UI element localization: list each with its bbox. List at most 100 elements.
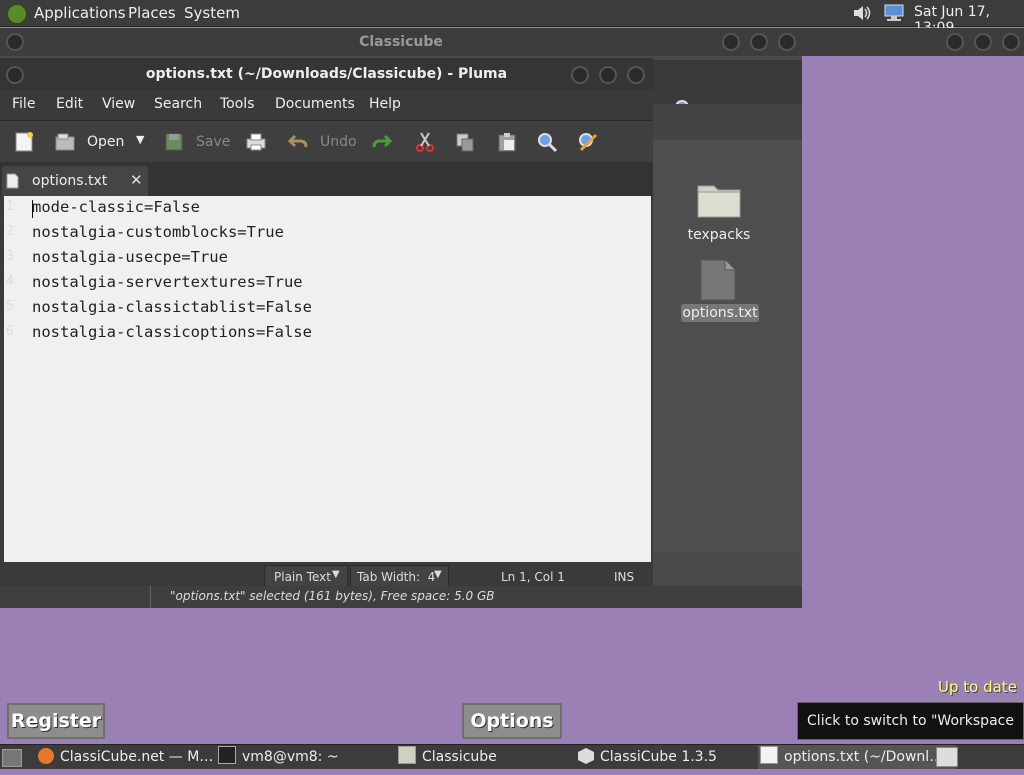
line-text: nostalgia-customblocks=True	[32, 223, 284, 241]
firefox-icon	[38, 748, 54, 764]
line-text: mode-classic=False	[32, 198, 200, 216]
workspace-tooltip: Click to switch to "Workspace 2"	[797, 702, 1024, 765]
find-replace-icon[interactable]	[577, 131, 599, 153]
pluma-window-title: options.txt (~/Downloads/Classicube) - P…	[145, 66, 508, 82]
file-manager-toolbar	[653, 60, 802, 120]
pluma-titlebar[interactable]: options.txt (~/Downloads/Classicube) - P…	[0, 58, 653, 90]
taskbar-item-label: Classicube	[422, 749, 497, 765]
undo-button[interactable]: Undo	[320, 134, 357, 150]
register-button[interactable]: Register	[7, 703, 105, 739]
line-number: 3	[6, 249, 14, 264]
folder-icon[interactable]	[697, 180, 741, 222]
file-item-label-selected[interactable]: options.txt	[681, 304, 759, 322]
editor-line[interactable]: 5 nostalgia-classictablist=False	[4, 296, 651, 321]
taskbar-item-label: options.txt (~/Downl…	[784, 749, 944, 765]
taskbar-item-firefox[interactable]: ClassiCube.net — M…	[38, 745, 213, 769]
folder-icon	[398, 746, 416, 764]
maximize-icon[interactable]	[750, 33, 768, 51]
app-icon	[578, 748, 594, 764]
insert-mode: INS	[614, 570, 635, 584]
taskbar-item-terminal[interactable]: vm8@vm8: ~	[218, 745, 393, 769]
file-icon[interactable]	[700, 259, 736, 305]
top-panel: Applications Places System Sat Jun 17, 1…	[0, 0, 1024, 36]
chevron-down-icon: ▼	[434, 569, 442, 580]
minimize-icon[interactable]	[722, 33, 740, 51]
menu-applications[interactable]: Applications	[34, 4, 126, 22]
maximize-icon[interactable]	[974, 33, 992, 51]
minimize-icon[interactable]	[571, 66, 589, 84]
paste-icon[interactable]	[496, 131, 518, 153]
classicube-titlebar[interactable]: Classicube	[0, 28, 802, 56]
language-label: Plain Text	[274, 570, 331, 584]
search-icon[interactable]	[536, 131, 558, 153]
copy-icon[interactable]	[454, 131, 476, 153]
pluma-menubar: File Edit View Search Tools Documents He…	[0, 90, 653, 120]
close-icon[interactable]	[778, 33, 796, 51]
close-icon[interactable]	[627, 66, 645, 84]
taskbar-item-label: ClassiCube 1.3.5	[600, 749, 717, 765]
file-manager-location-bar	[653, 104, 802, 140]
line-number: 1	[6, 199, 14, 214]
cut-icon[interactable]	[414, 131, 436, 153]
menu-tools[interactable]: Tools	[220, 96, 255, 112]
file-item-label[interactable]: texpacks	[681, 227, 757, 243]
taskbar-item-classicube[interactable]: ClassiCube 1.3.5	[578, 745, 753, 769]
terminal-icon	[218, 746, 236, 764]
pluma-window: options.txt (~/Downloads/Classicube) - P…	[0, 58, 653, 590]
menu-edit[interactable]: Edit	[56, 96, 83, 112]
workspace-switcher-icon[interactable]	[936, 747, 958, 767]
editor-line[interactable]: 4 nostalgia-servertextures=True	[4, 271, 651, 296]
editor-line[interactable]: 3 nostalgia-usecpe=True	[4, 246, 651, 271]
new-document-button[interactable]	[13, 131, 35, 153]
line-number: 5	[6, 299, 14, 314]
menu-system[interactable]: System	[184, 4, 240, 22]
show-desktop-icon[interactable]	[2, 749, 22, 767]
taskbar-item-label: vm8@vm8: ~	[242, 749, 339, 765]
editor-line[interactable]: 2 nostalgia-customblocks=True	[4, 221, 651, 246]
open-button[interactable]: Open	[87, 134, 124, 150]
network-icon[interactable]	[883, 4, 905, 22]
cursor-position: Ln 1, Col 1	[501, 570, 565, 584]
line-number: 6	[6, 324, 14, 339]
volume-icon[interactable]	[852, 4, 872, 22]
statusbar-divider	[150, 586, 151, 608]
pluma-toolbar: Open ▼ Save Undo	[0, 120, 653, 163]
line-number: 2	[6, 224, 14, 239]
undo-icon	[287, 131, 309, 153]
menu-places[interactable]: Places	[128, 4, 176, 22]
menu-search[interactable]: Search	[154, 96, 202, 112]
redo-icon[interactable]	[371, 131, 393, 153]
open-dropdown-chevron-down-icon[interactable]: ▼	[136, 133, 144, 146]
editor-line[interactable]: 1 mode-classic=False	[4, 196, 651, 221]
minimize-icon[interactable]	[946, 33, 964, 51]
editor-line[interactable]: 6 nostalgia-classicoptions=False	[4, 321, 651, 346]
text-cursor	[32, 200, 33, 218]
tab-width-label: Tab Width: 4	[357, 570, 436, 584]
taskbar-item-pluma[interactable]: options.txt (~/Downl…	[758, 745, 956, 769]
text-editor[interactable]: 1 mode-classic=False 2 nostalgia-customblo…	[4, 196, 651, 562]
tab-label: options.txt	[32, 173, 108, 189]
menu-file[interactable]: File	[12, 96, 35, 112]
menu-help[interactable]: Help	[369, 96, 401, 112]
taskbar-item-file-manager[interactable]: Classicube	[398, 745, 573, 769]
line-text: nostalgia-classictablist=False	[32, 298, 312, 316]
open-icon[interactable]	[54, 131, 76, 153]
print-icon[interactable]	[245, 131, 267, 153]
maximize-icon[interactable]	[599, 66, 617, 84]
classicube-window-title: Classicube	[359, 34, 443, 50]
taskbar: ClassiCube.net — M… vm8@vm8: ~ Classicub…	[0, 744, 1024, 769]
menu-documents[interactable]: Documents	[275, 96, 355, 112]
tab-options-txt[interactable]: options.txt ✕	[2, 166, 148, 196]
line-number: 4	[6, 274, 14, 289]
game-window-titlebar[interactable]	[802, 28, 1024, 56]
update-status: Up to date	[938, 678, 1017, 696]
close-icon[interactable]	[1002, 33, 1020, 51]
save-button[interactable]: Save	[196, 134, 230, 150]
menu-view[interactable]: View	[102, 96, 135, 112]
options-button[interactable]: Options	[462, 703, 562, 739]
line-text: nostalgia-usecpe=True	[32, 248, 228, 266]
file-manager-pane: texpacks options.txt	[653, 140, 802, 553]
tab-close-icon[interactable]: ✕	[130, 171, 143, 189]
app-menu-icon[interactable]	[7, 4, 27, 24]
chevron-down-icon: ▼	[332, 569, 340, 580]
